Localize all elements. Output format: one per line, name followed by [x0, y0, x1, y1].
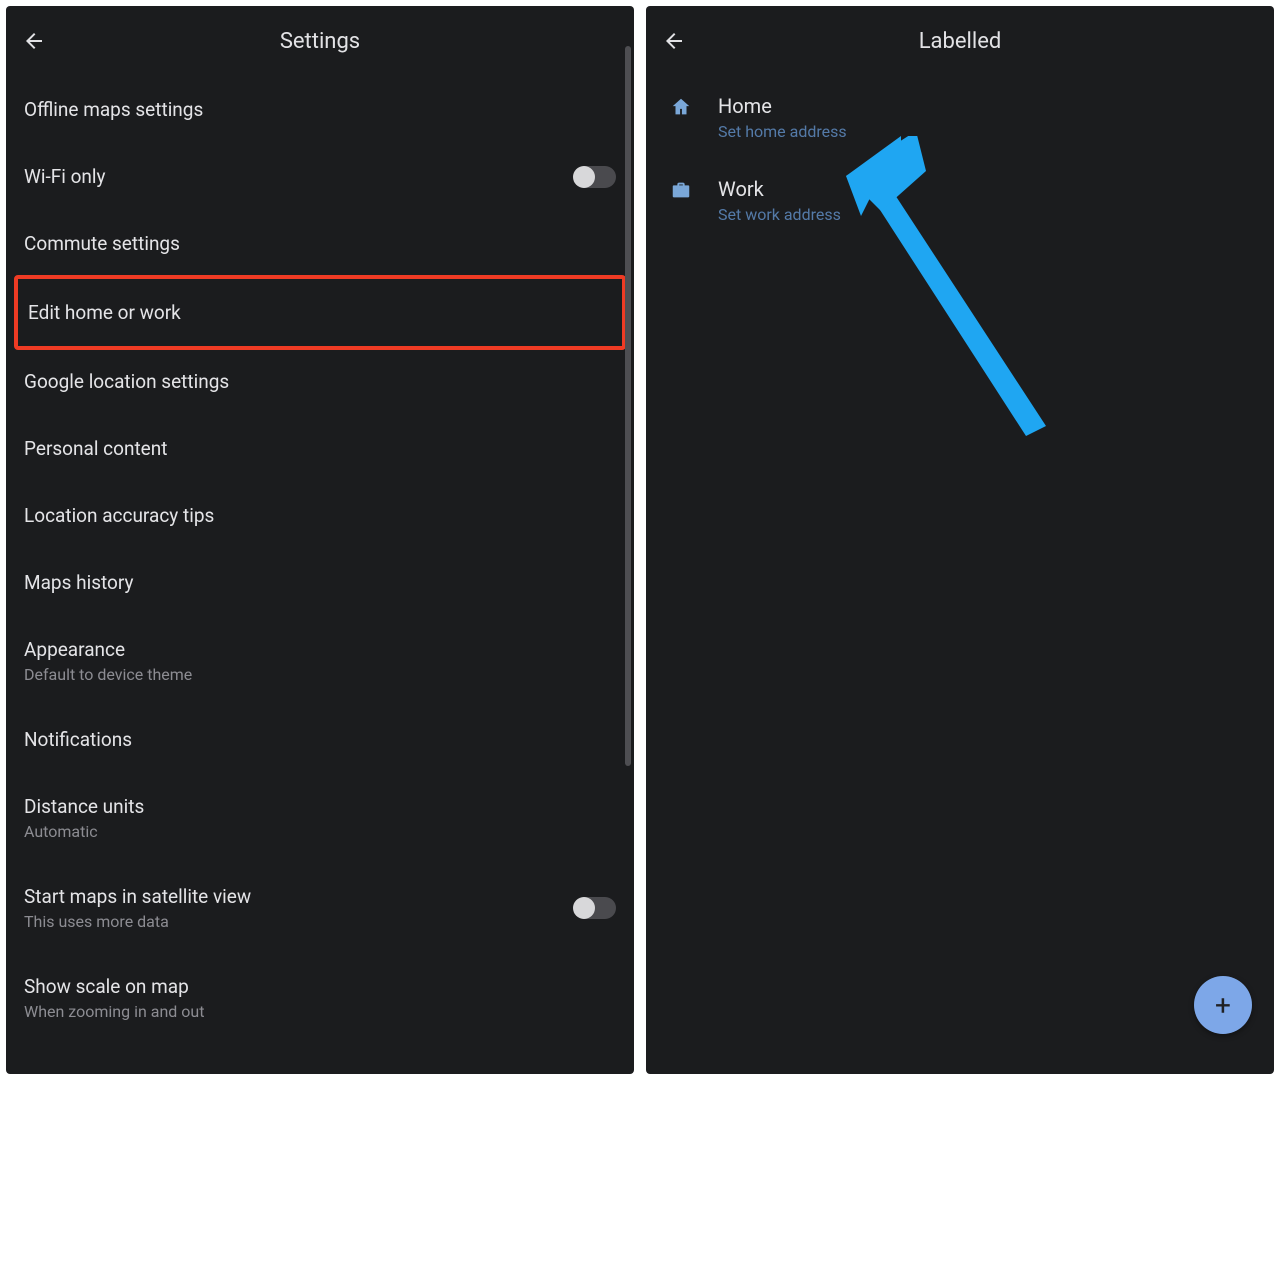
settings-item-appearance[interactable]: Appearance Default to device theme: [6, 616, 634, 706]
settings-item-personal-content[interactable]: Personal content: [6, 415, 634, 482]
back-arrow-icon: [662, 29, 686, 53]
item-title: Distance units: [24, 795, 144, 818]
scrollbar[interactable]: [625, 46, 631, 766]
item-title: Personal content: [24, 437, 167, 460]
plus-icon: +: [1215, 989, 1231, 1022]
settings-item-show-scale[interactable]: Show scale on map When zooming in and ou…: [6, 953, 634, 1043]
page-title: Settings: [280, 29, 360, 54]
settings-item-google-location[interactable]: Google location settings: [6, 348, 634, 415]
settings-item-distance-units[interactable]: Distance units Automatic: [6, 773, 634, 863]
labelled-item-home[interactable]: Home Set home address: [646, 76, 1274, 159]
settings-item-edit-home-or-work[interactable]: Edit home or work: [14, 275, 626, 350]
settings-item-commute[interactable]: Commute settings: [6, 210, 634, 277]
item-sub: Automatic: [24, 822, 144, 841]
work-icon: [668, 179, 694, 201]
settings-item-satellite-view[interactable]: Start maps in satellite view This uses m…: [6, 863, 634, 953]
item-title: Wi-Fi only: [24, 165, 106, 188]
item-title: Show scale on map: [24, 975, 204, 998]
item-title: Offline maps settings: [24, 98, 203, 121]
labelled-item-work[interactable]: Work Set work address: [646, 159, 1274, 242]
item-title: Location accuracy tips: [24, 504, 214, 527]
settings-item-location-accuracy[interactable]: Location accuracy tips: [6, 482, 634, 549]
back-button[interactable]: [22, 29, 62, 53]
item-sub: Set home address: [718, 122, 847, 141]
add-label-fab[interactable]: +: [1194, 976, 1252, 1034]
settings-item-notifications[interactable]: Notifications: [6, 706, 634, 773]
labelled-screen: Labelled Home Set home address Work Set …: [646, 6, 1274, 1074]
home-icon: [668, 96, 694, 118]
page-title: Labelled: [919, 29, 1002, 54]
item-sub: Default to device theme: [24, 665, 192, 684]
item-title: Appearance: [24, 638, 192, 661]
item-title: Maps history: [24, 571, 133, 594]
settings-list: Offline maps settings Wi-Fi only Commute…: [6, 76, 634, 1043]
settings-item-maps-history[interactable]: Maps history: [6, 549, 634, 616]
item-title: Google location settings: [24, 370, 229, 393]
item-title: Work: [718, 177, 841, 201]
settings-item-offline-maps[interactable]: Offline maps settings: [6, 76, 634, 143]
item-title: Commute settings: [24, 232, 180, 255]
settings-screen: Settings Offline maps settings Wi-Fi onl…: [6, 6, 634, 1074]
header: Settings: [6, 6, 634, 76]
item-sub: When zooming in and out: [24, 1002, 204, 1021]
settings-item-wifi-only[interactable]: Wi-Fi only: [6, 143, 634, 210]
item-title: Home: [718, 94, 847, 118]
item-title: Edit home or work: [28, 301, 181, 324]
back-arrow-icon: [22, 29, 46, 53]
satellite-view-toggle[interactable]: [574, 897, 616, 919]
item-sub: Set work address: [718, 205, 841, 224]
item-title: Start maps in satellite view: [24, 885, 251, 908]
item-title: Notifications: [24, 728, 132, 751]
item-sub: This uses more data: [24, 912, 251, 931]
wifi-only-toggle[interactable]: [574, 166, 616, 188]
header: Labelled: [646, 6, 1274, 76]
back-button[interactable]: [662, 29, 702, 53]
